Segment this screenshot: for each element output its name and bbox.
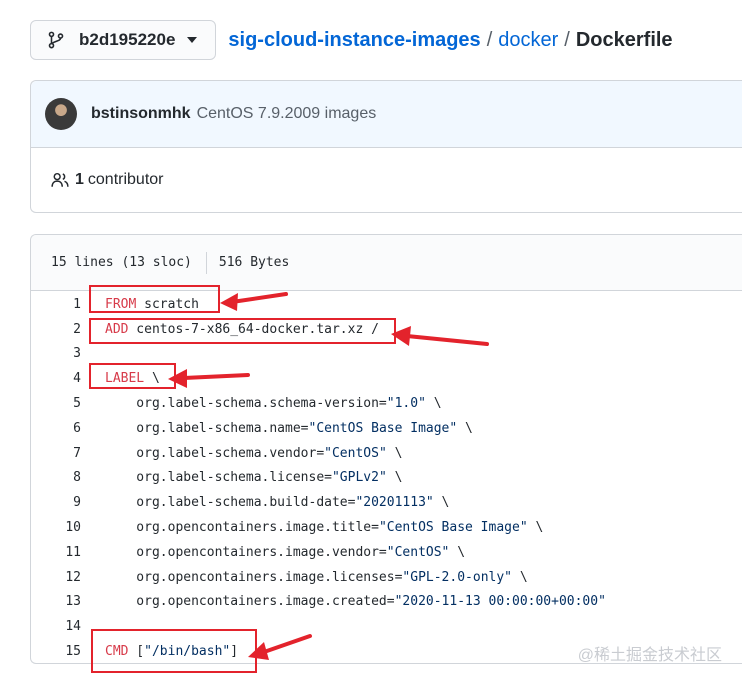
line-content: org.label-schema.name="CentOS Base Image… [105, 421, 473, 436]
code-text: org.opencontainers.image.vendor= [105, 544, 387, 560]
latest-commit-panel: bstinsonmhk CentOS 7.9.2009 images 1 con… [30, 80, 742, 213]
line-number[interactable]: 15 [31, 644, 81, 659]
line-number[interactable]: 3 [31, 346, 81, 361]
annotation-arrow-icon [220, 292, 288, 311]
line-number[interactable]: 7 [31, 446, 81, 461]
code-line: 6 org.label-schema.name="CentOS Base Ima… [31, 416, 742, 441]
code-text: org.opencontainers.image.title= [105, 520, 379, 536]
latest-commit-row: bstinsonmhk CentOS 7.9.2009 images [31, 81, 742, 148]
code-string: "2020-11-13 00:00:00+00:00" [394, 594, 606, 610]
contributor-label: contributor [87, 171, 164, 188]
line-content: org.opencontainers.image.vendor="CentOS"… [105, 545, 465, 560]
annotation-box-from [89, 285, 220, 313]
code-string: "CentOS" [324, 445, 387, 461]
line-content: org.opencontainers.image.licenses="GPL-2… [105, 569, 528, 585]
code-text: org.label-schema.name= [105, 420, 309, 436]
code-string: "CentOS" [386, 544, 450, 560]
code-text: org.label-schema.vendor= [105, 445, 325, 461]
code-line: 9 org.label-schema.build-date="20201113"… [31, 490, 742, 515]
code-text: \ [433, 495, 450, 511]
people-icon [51, 172, 69, 187]
code-line: 11 org.opencontainers.image.vendor="Cent… [31, 540, 742, 565]
avatar[interactable] [45, 98, 77, 130]
line-number[interactable]: 10 [31, 520, 81, 535]
code-text: \ [512, 569, 528, 585]
breadcrumb-separator: / [564, 28, 570, 51]
line-number[interactable]: 12 [31, 570, 81, 585]
file-line-count: 15 lines (13 sloc) [51, 255, 192, 270]
breadcrumb-folder-link[interactable]: docker [498, 29, 558, 52]
git-branch-icon [48, 31, 64, 49]
code-text: org.opencontainers.image.licenses= [105, 569, 403, 585]
line-number[interactable]: 11 [31, 545, 81, 560]
annotation-box-add [89, 318, 396, 344]
line-content: org.label-schema.license="GPLv2" \ [105, 470, 402, 485]
code-text: \ [386, 470, 403, 486]
contributor-count: 1 [75, 171, 84, 188]
chevron-down-icon [187, 37, 198, 43]
breadcrumb-repo-link[interactable]: sig-cloud-instance-images [228, 29, 480, 52]
code-line: 10 org.opencontainers.image.title="CentO… [31, 515, 742, 540]
code-string: "GPLv2" [331, 470, 387, 486]
breadcrumb-current-file: Dockerfile [575, 28, 673, 51]
code-line: 7 org.label-schema.vendor="CentOS" \ [31, 441, 742, 466]
line-number[interactable]: 9 [31, 495, 81, 510]
breadcrumb-separator: / [486, 28, 493, 51]
line-number[interactable]: 5 [31, 396, 81, 411]
annotation-arrow-icon [168, 369, 250, 388]
code-string: "GPL-2.0-only" [402, 569, 512, 585]
file-size: 516 Bytes [218, 255, 290, 270]
code-string: "1.0" [386, 396, 426, 412]
divider [205, 251, 207, 274]
code-line: 5 org.label-schema.schema-version="1.0" … [31, 391, 742, 416]
code-string: "CentOS Base Image" [308, 420, 458, 436]
code-line: 13 org.opencontainers.image.created="202… [31, 590, 742, 615]
code-string: "20201113" [355, 495, 434, 511]
commit-author-link[interactable]: bstinsonmhk [91, 105, 191, 123]
line-number[interactable]: 14 [31, 619, 81, 634]
file-navigation: b2d195220e sig-cloud-instance-images / d… [30, 20, 673, 60]
line-number[interactable]: 4 [31, 371, 81, 386]
line-number[interactable]: 13 [31, 594, 81, 609]
annotation-arrow-icon [391, 326, 489, 346]
code-text: org.label-schema.license= [105, 470, 332, 486]
line-number[interactable]: 2 [31, 322, 81, 337]
code-string: "CentOS Base Image" [378, 520, 528, 536]
line-number[interactable]: 8 [31, 470, 81, 485]
code-text: \ [527, 520, 544, 536]
line-number[interactable]: 1 [31, 297, 81, 312]
code-line: 12 org.opencontainers.image.licenses="GP… [31, 565, 742, 590]
breadcrumb: sig-cloud-instance-images / docker / Doc… [228, 29, 672, 52]
code-line: 8 org.label-schema.license="GPLv2" \ [31, 466, 742, 491]
contributors-row[interactable]: 1 contributor [31, 148, 742, 212]
line-number[interactable]: 6 [31, 421, 81, 436]
watermark: @稀土掘金技术社区 [577, 647, 722, 664]
code-text: org.label-schema.schema-version= [105, 396, 387, 412]
branch-name: b2d195220e [79, 30, 176, 49]
annotation-box-cmd [91, 629, 257, 673]
file-info-header: 15 lines (13 sloc) 516 Bytes [31, 235, 742, 291]
code-text: \ [386, 445, 403, 461]
code-text: org.opencontainers.image.created= [105, 594, 395, 610]
line-content: org.opencontainers.image.created="2020-1… [105, 594, 606, 609]
code-text: \ [425, 396, 442, 412]
annotation-arrow-icon [248, 634, 312, 660]
code-text: org.label-schema.build-date= [105, 495, 356, 511]
line-content: org.label-schema.vendor="CentOS" \ [105, 446, 402, 461]
line-content: org.label-schema.build-date="20201113" \ [105, 495, 449, 510]
branch-select-button[interactable]: b2d195220e [30, 20, 217, 60]
line-content: org.label-schema.schema-version="1.0" \ [105, 396, 442, 412]
line-content: org.opencontainers.image.title="CentOS B… [105, 520, 543, 535]
code-text: \ [449, 544, 466, 560]
code-text: \ [457, 420, 473, 436]
commit-message-link[interactable]: CentOS 7.9.2009 images [197, 105, 377, 123]
